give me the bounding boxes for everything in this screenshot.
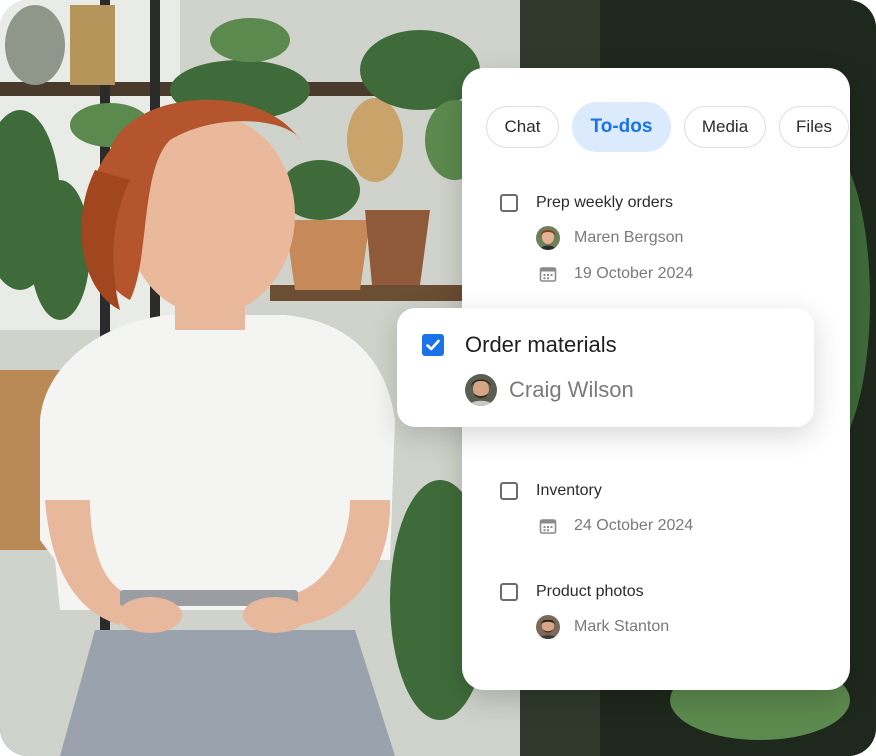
todo-title: Product photos [536, 583, 644, 600]
tab-todos[interactable]: To-dos [572, 102, 671, 152]
todo-date: 19 October 2024 [536, 262, 693, 286]
highlighted-todo-card[interactable]: Order materials Craig Wilson [397, 308, 814, 427]
tab-chat[interactable]: Chat [486, 106, 559, 148]
calendar-icon [538, 264, 558, 284]
due-date: 19 October 2024 [574, 265, 694, 282]
assignee-name: Craig Wilson [509, 377, 634, 402]
todo-assignee: Craig Wilson [465, 374, 634, 406]
todo-assignee: Mark Stanton [536, 615, 669, 639]
todo-title: Order materials [465, 332, 617, 357]
avatar [536, 615, 560, 639]
todo-title: Inventory [536, 482, 602, 499]
checkmark-icon [426, 339, 440, 351]
assignee-name: Mark Stanton [574, 618, 670, 635]
todo-date: 24 October 2024 [536, 514, 693, 538]
todo-checkbox-checked[interactable] [422, 334, 444, 356]
tab-media[interactable]: Media [684, 106, 766, 148]
todo-assignee: Maren Bergson [536, 226, 683, 250]
todo-checkbox[interactable] [500, 482, 518, 500]
todo-checkbox[interactable] [500, 583, 518, 601]
tab-bar: Chat To-dos Media Files [486, 102, 850, 152]
assignee-name: Maren Bergson [574, 229, 684, 246]
tab-files[interactable]: Files [779, 106, 849, 148]
due-date: 24 October 2024 [574, 517, 694, 534]
avatar [536, 226, 560, 250]
avatar [465, 374, 497, 406]
todo-title: Prep weekly orders [536, 194, 673, 211]
todo-checkbox[interactable] [500, 194, 518, 212]
calendar-icon [538, 516, 558, 536]
